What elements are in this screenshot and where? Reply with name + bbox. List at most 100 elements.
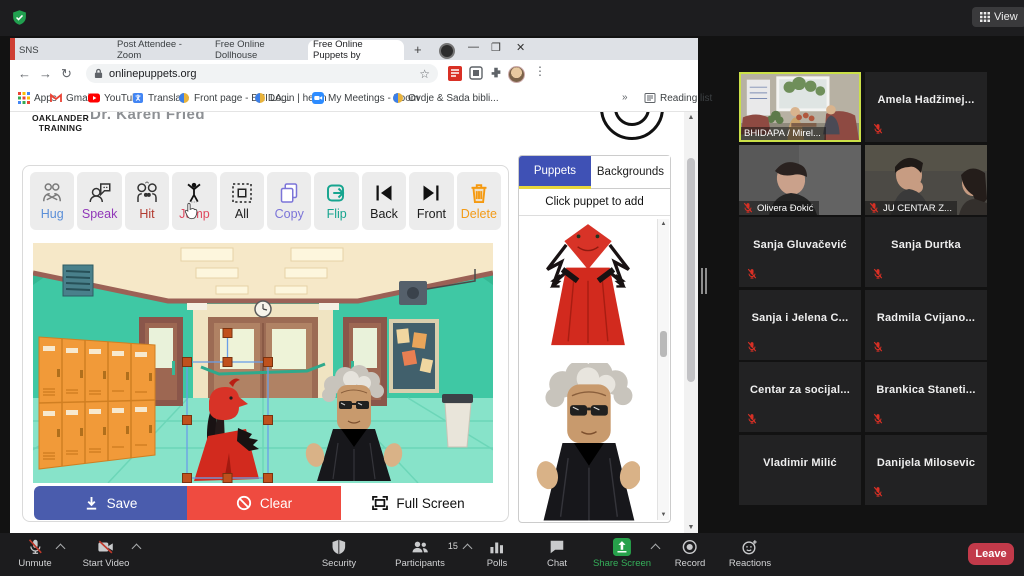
bookmark-reading-list[interactable]: Reading list: [644, 92, 712, 104]
toolbar-button-hit[interactable]: Hit: [125, 172, 169, 230]
toolbar-button-label: Flip: [327, 207, 347, 221]
participant-tile[interactable]: Radmila Cvijano...: [865, 290, 987, 360]
browser-profile-icon[interactable]: [439, 43, 455, 59]
scroll-up-icon[interactable]: ▲: [658, 221, 669, 227]
start-video-button[interactable]: Start Video: [83, 538, 130, 569]
camera-off-icon: [97, 538, 115, 556]
chat-button[interactable]: Chat: [547, 538, 567, 569]
participant-tile[interactable]: Sanja Gluvačević: [739, 217, 861, 287]
url-text: onlinepuppets.org: [109, 68, 413, 80]
puppet-action-toolbar: HugSpeak Hit JumpAllCopy Flip Back Front Delet…: [30, 172, 501, 230]
clear-button[interactable]: Clear: [187, 486, 341, 520]
toolbar-button-front[interactable]: Front: [409, 172, 453, 230]
download-icon: [84, 496, 99, 511]
participant-tile[interactable]: Brankica Staneti...: [865, 362, 987, 432]
scroll-down-icon[interactable]: ▼: [684, 524, 698, 531]
puppet-item-devil[interactable]: [536, 221, 640, 356]
reload-icon[interactable]: ↻: [61, 66, 72, 82]
participants-options-chevron[interactable]: [463, 544, 473, 554]
puppet-stage-card: HugSpeak Hit JumpAllCopy Flip Back Front Delet…: [22, 165, 509, 522]
toolbar-button-label: Hit: [139, 207, 154, 221]
participant-tile[interactable]: Sanja Durtka: [865, 217, 987, 287]
participant-name: Sanja Gluvačević: [739, 239, 861, 251]
share-options-chevron[interactable]: [651, 544, 661, 554]
browser-menu-icon[interactable]: ⋮: [534, 64, 546, 78]
participant-tile[interactable]: BHIDAPA / Mirel...: [739, 72, 861, 142]
puppet-list-scrollbar[interactable]: ▲ ▼: [657, 219, 669, 520]
puppet-item-old-man[interactable]: [536, 363, 640, 521]
toolbar-button-hug[interactable]: Hug: [30, 172, 74, 230]
participant-tile[interactable]: Centar za socijal...: [739, 362, 861, 432]
toolbar-button-jump[interactable]: Jump: [172, 172, 216, 230]
back-icon[interactable]: ←: [18, 66, 31, 81]
page-title: Dr. Karen Fried: [90, 112, 250, 127]
view-button[interactable]: View: [972, 7, 1024, 27]
speak-icon: [88, 181, 112, 205]
bookmark-item[interactable]: Ovdje & Sada bibli...: [392, 92, 499, 104]
window-close-button[interactable]: ✕: [516, 41, 525, 54]
extension-icon[interactable]: [469, 66, 483, 80]
participant-tile[interactable]: Danijela Milosevic: [865, 435, 987, 505]
video-options-chevron[interactable]: [132, 544, 142, 554]
toolbar-button-copy[interactable]: Copy: [267, 172, 311, 230]
forward-icon[interactable]: →: [39, 66, 52, 81]
puzzle-extensions-icon[interactable]: [489, 66, 503, 80]
toolbar-button-speak[interactable]: Speak: [77, 172, 121, 230]
polls-button[interactable]: Polls: [487, 538, 508, 569]
bookmark-star-icon[interactable]: ☆: [419, 67, 430, 81]
puppet-stage[interactable]: [33, 243, 493, 483]
toolbar-button-label: Front: [417, 207, 446, 221]
toolbar-button-flip[interactable]: Flip: [314, 172, 358, 230]
share-screen-button[interactable]: Share Screen: [593, 538, 651, 569]
browser-tab[interactable]: Post Attendee - Zoom: [112, 40, 208, 60]
participant-tile[interactable]: Amela Hadžimej...: [865, 72, 987, 142]
puppet-list: [519, 217, 657, 521]
browser-tab[interactable]: SNS: [14, 40, 110, 60]
unmute-options-chevron[interactable]: [56, 544, 66, 554]
browser-address-row: ← → ↻ onlinepuppets.org ☆ ⋮: [10, 60, 698, 88]
polls-icon: [488, 538, 506, 556]
muted-mic-icon: [872, 486, 885, 499]
participant-name: Centar za socijal...: [739, 384, 861, 396]
bookmark-favicon-icon: [18, 92, 30, 104]
tab-backgrounds[interactable]: Backgrounds: [591, 156, 670, 189]
unmute-button[interactable]: Unmute: [18, 538, 51, 569]
participant-tile[interactable]: Sanja i Jelena C...: [739, 290, 861, 360]
scroll-up-icon[interactable]: ▲: [684, 114, 698, 121]
window-restore-button[interactable]: ❐: [491, 41, 501, 54]
site-logo-arcs: [590, 112, 670, 146]
bookmarks-overflow-chevron[interactable]: »: [622, 92, 628, 103]
toolbar-button-delete[interactable]: Delete: [457, 172, 501, 230]
toolbar-button-all[interactable]: All: [220, 172, 264, 230]
scroll-down-icon[interactable]: ▼: [658, 512, 669, 518]
reactions-button[interactable]: Reactions: [729, 538, 771, 569]
participant-name: Amela Hadžimej...: [865, 94, 987, 106]
browser-tab-strip: + — ❐ ✕ SNSPost Attendee - ZoomFree Onli…: [10, 38, 698, 60]
participants-button[interactable]: 15 Participants: [395, 538, 445, 569]
new-tab-button[interactable]: +: [414, 42, 422, 57]
participant-tile[interactable]: Olivera Đokić: [739, 145, 861, 215]
toolbar-button-label: Delete: [461, 207, 497, 221]
browser-tab[interactable]: Free Online Puppets by: [308, 40, 404, 60]
participant-tile[interactable]: Vladimir Milić: [739, 435, 861, 505]
panel-resize-handle[interactable]: [700, 268, 708, 294]
window-minimize-button[interactable]: —: [468, 41, 479, 53]
muted-mic-icon: [746, 413, 759, 426]
save-button[interactable]: Save: [34, 486, 187, 520]
participant-tile[interactable]: JU CENTAR Z...: [865, 145, 987, 215]
meeting-info-shield-icon[interactable]: [11, 9, 28, 26]
browser-scrollbar[interactable]: ▲ ▼: [684, 112, 698, 533]
profile-avatar[interactable]: [508, 66, 525, 83]
browser-tab[interactable]: Free Online Dollhouse: [210, 40, 306, 60]
toolbar-button-back[interactable]: Back: [362, 172, 406, 230]
record-button[interactable]: Record: [675, 538, 706, 569]
bulletin-board: [389, 319, 439, 393]
tab-puppets[interactable]: Puppets: [519, 156, 591, 189]
address-bar[interactable]: onlinepuppets.org ☆: [86, 64, 438, 83]
bookmark-item[interactable]: Gmail: [50, 92, 92, 104]
pdf-extension-icon[interactable]: [448, 66, 462, 81]
security-button[interactable]: Security: [322, 538, 356, 569]
delete-icon: [467, 181, 491, 205]
leave-button[interactable]: Leave: [968, 543, 1014, 565]
fullscreen-button[interactable]: Full Screen: [341, 486, 496, 520]
